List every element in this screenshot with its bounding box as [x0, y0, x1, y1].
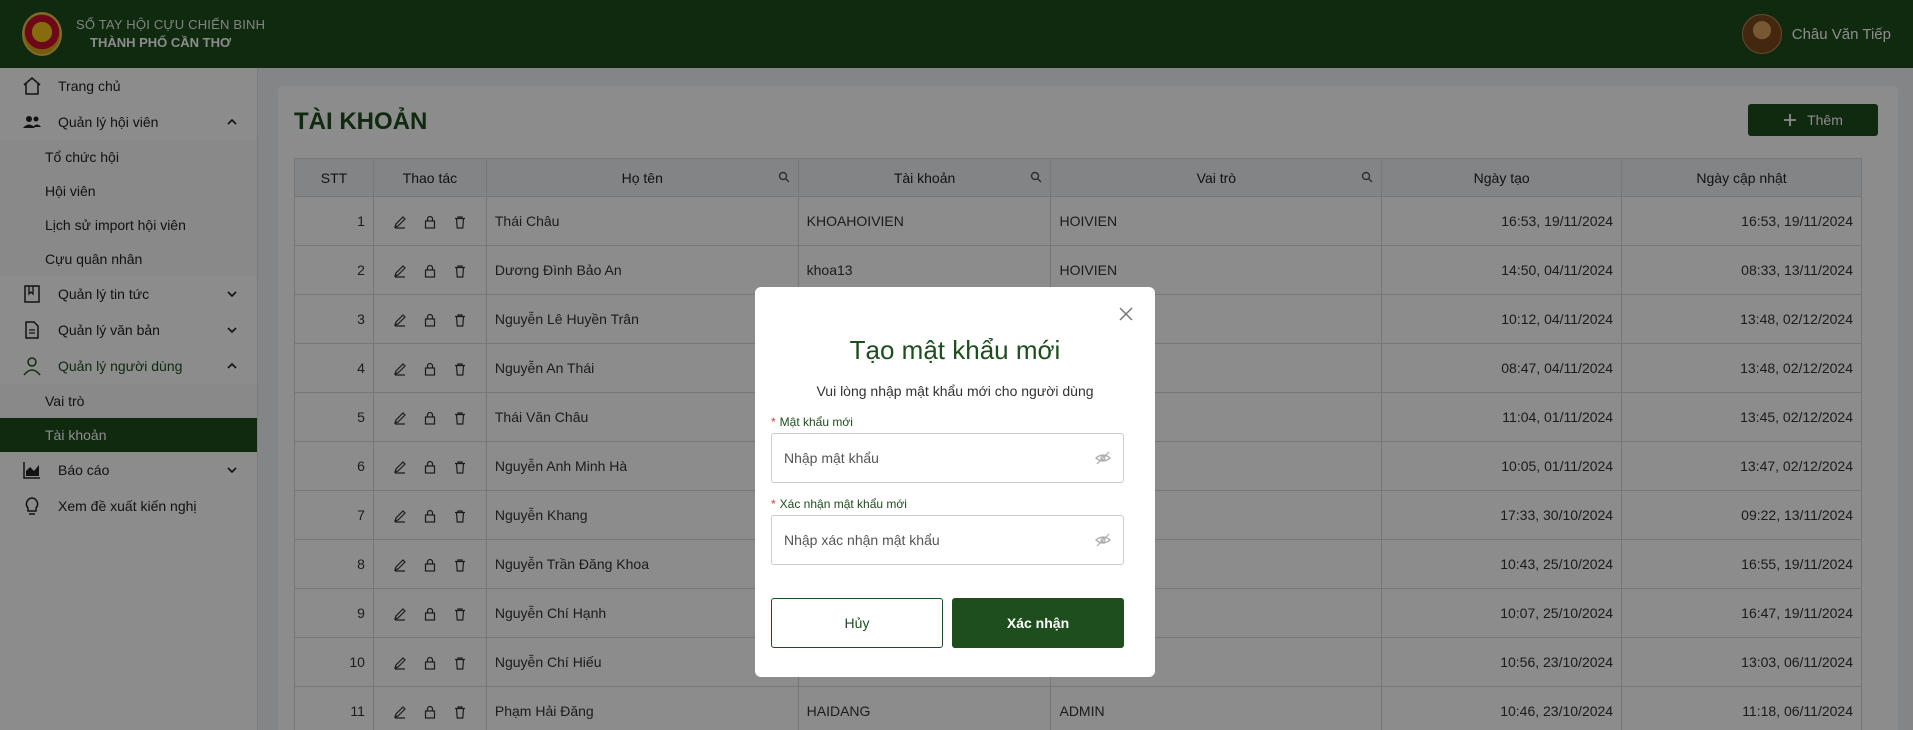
confirm-password-input[interactable]: [784, 532, 1095, 548]
close-icon[interactable]: [1117, 305, 1135, 323]
eye-slash-icon[interactable]: [1095, 532, 1111, 548]
new-password-field[interactable]: [771, 433, 1124, 483]
new-password-dialog: Tạo mật khẩu mới Vui lòng nhập mật khẩu …: [755, 287, 1155, 677]
eye-slash-icon[interactable]: [1095, 450, 1111, 466]
new-password-input[interactable]: [784, 450, 1095, 466]
confirm-button[interactable]: Xác nhận: [952, 598, 1124, 648]
confirm-password-label: * Xác nhận mật khẩu mới: [771, 497, 907, 511]
new-password-label: * Mật khẩu mới: [771, 415, 853, 429]
required-mark: *: [771, 415, 776, 429]
confirm-password-field[interactable]: [771, 515, 1124, 565]
dialog-title: Tạo mật khẩu mới: [849, 335, 1061, 365]
required-mark: *: [771, 497, 776, 511]
dialog-subtitle: Vui lòng nhập mật khẩu mới cho người dùn…: [816, 383, 1094, 399]
cancel-button[interactable]: Hủy: [771, 598, 943, 648]
